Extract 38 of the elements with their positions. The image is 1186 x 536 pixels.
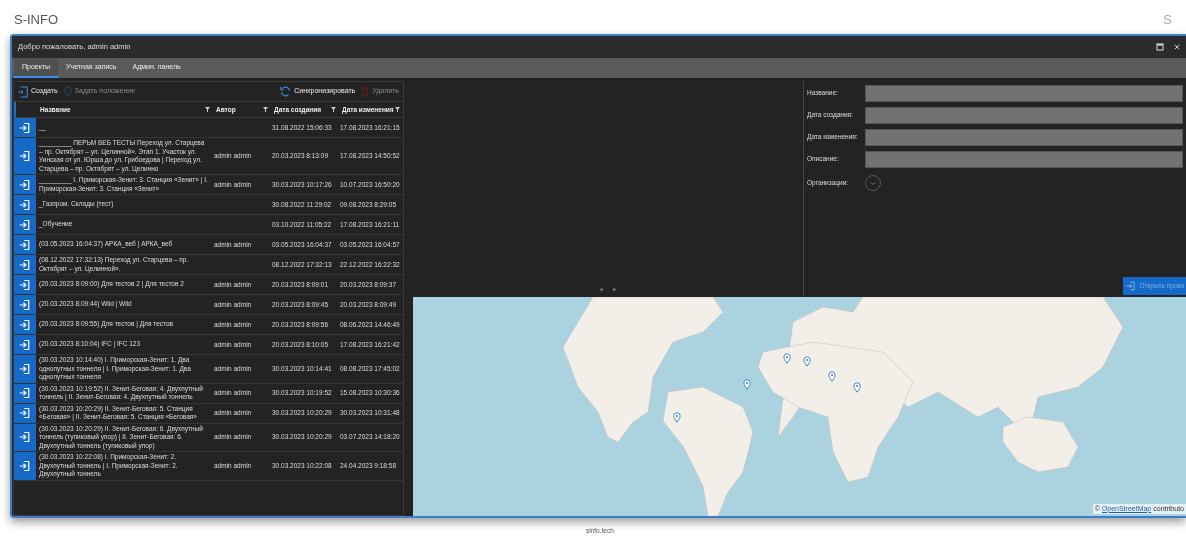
input-field[interactable] — [865, 84, 1183, 102]
map-pin-icon — [673, 412, 681, 423]
header-text: S — [1163, 11, 1172, 30]
input-field[interactable] — [865, 128, 1183, 146]
open-project-icon[interactable] — [14, 452, 36, 480]
open-project-icon[interactable] — [14, 423, 36, 451]
open-project-icon[interactable] — [14, 175, 36, 194]
open-project-icon[interactable] — [14, 118, 36, 137]
map-pin-icon — [743, 379, 751, 390]
trash-icon — [361, 86, 370, 97]
map-pin-icon — [63, 86, 72, 97]
open-project-icon[interactable] — [14, 215, 36, 234]
map-pin-icon — [783, 353, 791, 364]
open-project-icon[interactable] — [14, 195, 36, 214]
open-project-icon[interactable] — [14, 315, 36, 334]
map-pin-icon — [803, 356, 811, 367]
map-pin-icon — [853, 382, 861, 393]
filter-icon — [263, 107, 268, 112]
map-pin-icon — [828, 371, 836, 382]
open-project-icon[interactable] — [14, 235, 36, 254]
filter-icon — [205, 107, 210, 112]
close-icon — [1174, 43, 1180, 51]
filter-icon — [395, 107, 400, 112]
door-arrow-icon — [18, 85, 28, 98]
input-field[interactable] — [865, 150, 1183, 168]
maximize-icon — [1156, 43, 1164, 51]
open-project-icon[interactable] — [14, 275, 36, 294]
open-project-icon[interactable] — [14, 355, 36, 383]
door-arrow-icon — [1126, 281, 1137, 291]
app-logo-text: S-INFO — [14, 11, 59, 30]
open-project-icon[interactable] — [14, 335, 36, 354]
open-project-icon[interactable] — [14, 295, 36, 314]
filter-icon — [331, 107, 336, 112]
table-row[interactable] — [14, 138, 403, 175]
input-field[interactable] — [865, 106, 1183, 124]
chevron-down-icon — [870, 180, 876, 186]
open-project-icon[interactable] — [14, 255, 36, 274]
sync-icon — [280, 86, 292, 97]
